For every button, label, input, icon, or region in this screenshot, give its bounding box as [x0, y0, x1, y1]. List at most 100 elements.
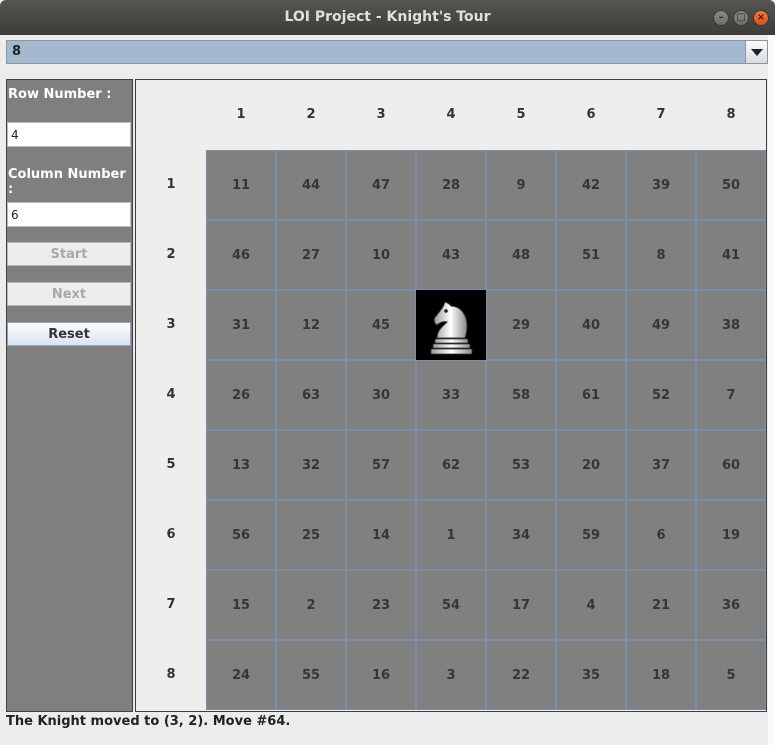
board-cell[interactable]: 61	[556, 360, 626, 430]
board-cell[interactable]: 28	[416, 150, 486, 220]
board-cell[interactable]: 16	[346, 640, 416, 710]
board-cell[interactable]: 17	[486, 570, 556, 640]
board-cell[interactable]: 58	[486, 360, 556, 430]
board-cell[interactable]: 38	[696, 290, 766, 360]
board-cell[interactable]: 44	[276, 150, 346, 220]
board-cell[interactable]: 31	[206, 290, 276, 360]
board-cell[interactable]: 26	[206, 360, 276, 430]
close-icon[interactable]: ×	[753, 10, 769, 26]
move-number: 61	[581, 387, 601, 403]
row-header: 2	[166, 247, 176, 262]
move-number: 3	[446, 667, 456, 683]
board-cell[interactable]: 45	[346, 290, 416, 360]
move-number: 1	[446, 527, 456, 543]
row-number-input[interactable]: 4	[7, 122, 131, 147]
board-cell[interactable]: 5	[696, 640, 766, 710]
board-cell[interactable]: 54	[416, 570, 486, 640]
board-cell[interactable]: 4	[556, 570, 626, 640]
chevron-down-icon[interactable]	[745, 41, 767, 63]
board-cell-knight[interactable]	[416, 290, 486, 360]
board-cell[interactable]: 34	[486, 500, 556, 570]
move-number: 43	[441, 247, 461, 263]
move-number: 24	[231, 667, 251, 683]
move-number: 17	[511, 597, 531, 613]
board-cell[interactable]: 60	[696, 430, 766, 500]
maximize-icon[interactable]: □	[733, 10, 749, 26]
board-cell[interactable]: 8	[626, 220, 696, 290]
move-number: 12	[301, 317, 321, 333]
row-header: 5	[166, 457, 176, 472]
board-cell[interactable]: 40	[556, 290, 626, 360]
column-number-input[interactable]: 6	[7, 202, 131, 227]
board-cell[interactable]: 55	[276, 640, 346, 710]
board-cell[interactable]: 46	[206, 220, 276, 290]
move-number: 30	[371, 387, 391, 403]
board-cell[interactable]: 39	[626, 150, 696, 220]
board-cell[interactable]: 24	[206, 640, 276, 710]
board-cell[interactable]: 43	[416, 220, 486, 290]
board-cell[interactable]: 51	[556, 220, 626, 290]
board-cell[interactable]: 23	[346, 570, 416, 640]
board-cell[interactable]: 21	[626, 570, 696, 640]
board-cell[interactable]: 9	[486, 150, 556, 220]
board-cell[interactable]: 2	[276, 570, 346, 640]
board-cell[interactable]: 59	[556, 500, 626, 570]
board-cell[interactable]: 29	[486, 290, 556, 360]
move-number: 33	[441, 387, 461, 403]
board-cell[interactable]: 49	[626, 290, 696, 360]
row-header: 4	[166, 387, 176, 402]
start-button[interactable]: Start	[7, 242, 131, 266]
board-cell[interactable]: 56	[206, 500, 276, 570]
move-number: 16	[371, 667, 391, 683]
board-cell[interactable]: 41	[696, 220, 766, 290]
board-cell[interactable]: 1	[416, 500, 486, 570]
board-cell[interactable]: 3	[416, 640, 486, 710]
board-cell[interactable]: 63	[276, 360, 346, 430]
board-cell[interactable]: 7	[696, 360, 766, 430]
board-cell[interactable]: 19	[696, 500, 766, 570]
board-cell[interactable]: 15	[206, 570, 276, 640]
board-cell[interactable]: 12	[276, 290, 346, 360]
board-cell[interactable]: 10	[346, 220, 416, 290]
move-number: 32	[301, 457, 321, 473]
board-cell[interactable]: 36	[696, 570, 766, 640]
next-button[interactable]: Next	[7, 282, 131, 306]
row-header: 6	[166, 527, 176, 542]
column-header: 2	[306, 107, 316, 122]
board-cell[interactable]: 22	[486, 640, 556, 710]
move-number: 14	[371, 527, 391, 543]
board-cell[interactable]: 30	[346, 360, 416, 430]
board-cell[interactable]: 25	[276, 500, 346, 570]
minimize-icon[interactable]: –	[713, 10, 729, 26]
title-bar: LOI Project - Knight's Tour – □ ×	[0, 0, 775, 35]
move-number: 25	[301, 527, 321, 543]
board-cell[interactable]: 14	[346, 500, 416, 570]
board-cell[interactable]: 50	[696, 150, 766, 220]
move-number: 55	[301, 667, 321, 683]
board-cell[interactable]: 20	[556, 430, 626, 500]
move-number: 52	[651, 387, 671, 403]
board-cell[interactable]: 35	[556, 640, 626, 710]
board-cell[interactable]: 62	[416, 430, 486, 500]
board-cell[interactable]: 11	[206, 150, 276, 220]
move-number: 44	[301, 177, 321, 193]
chessboard: 1 2 3 4 5 6 7 8 1 2 3 4 5 6 7 8 11 44 47 28 9 42 39 50 46 27 10 43 4…	[135, 79, 767, 712]
board-cell[interactable]: 48	[486, 220, 556, 290]
board-cell[interactable]: 42	[556, 150, 626, 220]
reset-button[interactable]: Reset	[7, 322, 131, 346]
board-cell[interactable]: 33	[416, 360, 486, 430]
board-cell[interactable]: 18	[626, 640, 696, 710]
move-number: 42	[581, 177, 601, 193]
move-number: 49	[651, 317, 671, 333]
board-cell[interactable]: 53	[486, 430, 556, 500]
board-cell[interactable]: 32	[276, 430, 346, 500]
board-cell[interactable]: 47	[346, 150, 416, 220]
board-cell[interactable]: 6	[626, 500, 696, 570]
board-cell[interactable]: 27	[276, 220, 346, 290]
board-cell[interactable]: 52	[626, 360, 696, 430]
board-size-select[interactable]: 8	[6, 40, 768, 64]
move-number: 18	[651, 667, 671, 683]
board-cell[interactable]: 57	[346, 430, 416, 500]
board-cell[interactable]: 37	[626, 430, 696, 500]
board-cell[interactable]: 13	[206, 430, 276, 500]
